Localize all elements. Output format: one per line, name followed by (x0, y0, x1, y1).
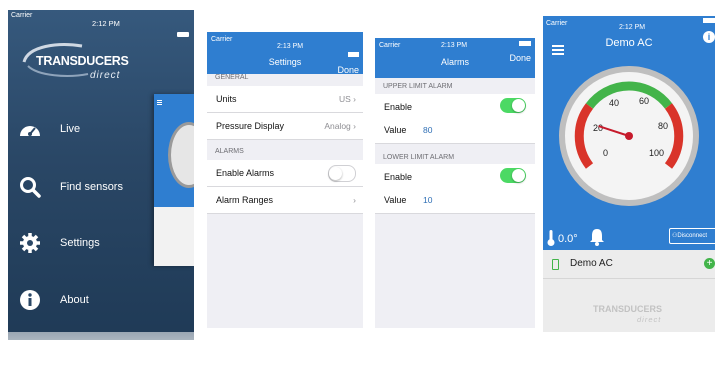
enable-alarms-toggle[interactable] (328, 165, 356, 182)
status-time: 2:13 PM (441, 42, 468, 49)
brand-watermark: TRANSDUCERS direct (583, 292, 693, 328)
enable-alarms-label: Enable Alarms (216, 168, 275, 178)
status-carrier: Carrier (211, 36, 233, 43)
settings-screen: Carrier 2:13 PM Settings Done GENERAL Un… (207, 32, 363, 328)
status-carrier: Carrier (11, 12, 33, 19)
alarm-ranges-row[interactable]: Alarm Ranges › (207, 187, 363, 214)
disconnect-button[interactable]: ⚇Disconnect (669, 228, 715, 244)
lower-value-label: Value (384, 195, 407, 205)
device-name: Demo AC (570, 258, 613, 269)
gauge-tick-label: 0 (603, 148, 608, 158)
status-carrier: Carrier (546, 20, 568, 27)
done-button[interactable]: Done (337, 65, 359, 75)
brand-logo: TRANSDUCERS direct (18, 40, 143, 90)
menu-item-about[interactable]: About (8, 285, 194, 315)
brand-line2: direct (90, 70, 121, 81)
live-screen-preview[interactable] (154, 94, 194, 266)
pressure-display-label: Pressure Display (216, 121, 285, 131)
bell-icon (589, 228, 605, 246)
gauge-tick-label: 40 (609, 98, 619, 108)
preview-menu-icon (157, 100, 162, 101)
live-gauge-screen: Carrier 2:12 PM Demo AC i 0 20 40 60 80 … (543, 16, 715, 332)
preview-nav-bar (154, 94, 194, 112)
upper-value-field[interactable]: 80 (423, 125, 432, 135)
pressure-display-row[interactable]: Pressure Display Analog › (207, 113, 363, 140)
gauge-hub (625, 132, 633, 140)
gear-icon (18, 231, 42, 255)
battery-icon (519, 41, 531, 46)
alarms-screen: Carrier 2:13 PM Alarms Done UPPER LIMIT … (375, 38, 535, 328)
units-row[interactable]: Units US › (207, 86, 363, 113)
units-value: US › (338, 94, 356, 104)
enable-alarms-row: Enable Alarms (207, 160, 363, 187)
status-time: 2:13 PM (277, 43, 304, 50)
chevron-right-icon: › (353, 195, 356, 205)
nav-bar: Carrier 2:13 PM Settings Done (207, 32, 363, 75)
menu-item-label: Find sensors (60, 181, 123, 193)
section-header-upper-limit: UPPER LIMIT ALARM (383, 83, 453, 90)
info-icon (18, 288, 42, 312)
section-header-alarms: ALARMS (215, 148, 244, 155)
battery-level-icon (552, 259, 559, 270)
gauge-tick-label: 60 (639, 96, 649, 106)
lower-value-row: Value 10 (375, 187, 535, 214)
units-label: Units (216, 94, 237, 104)
menu-item-label: About (60, 294, 89, 306)
menu-item-label: Live (60, 123, 81, 135)
pressure-gauge: 0 20 40 60 80 100 (559, 66, 699, 206)
alarm-ranges-label: Alarm Ranges (216, 195, 274, 205)
device-list-item[interactable]: Demo AC + (543, 250, 715, 279)
upper-enable-toggle[interactable] (500, 98, 526, 113)
lower-enable-toggle[interactable] (500, 168, 526, 183)
watermark-line1: TRANSDUCERS (593, 304, 663, 314)
menu-screen: Carrier 2:12 PM TRANSDUCERS direct Live … (8, 10, 194, 340)
reflection-fade (0, 332, 715, 382)
battery-icon (703, 18, 715, 23)
section-header-lower-limit: LOWER LIMIT ALARM (383, 154, 455, 161)
info-icon[interactable]: i (703, 31, 715, 43)
done-button[interactable]: Done (509, 53, 531, 63)
status-carrier: Carrier (379, 42, 401, 49)
page-title: Demo AC (605, 37, 653, 49)
status-time: 2:12 PM (619, 24, 646, 31)
chevron-right-icon: › (353, 121, 356, 131)
thermometer-icon (547, 230, 555, 246)
lower-enable-label: Enable (384, 172, 413, 182)
menu-item-label: Settings (60, 237, 100, 249)
lower-value-field[interactable]: 10 (423, 195, 432, 205)
section-header-general: GENERAL (215, 74, 249, 81)
upper-enable-label: Enable (384, 102, 413, 112)
upper-value-row: Value 80 (375, 117, 535, 144)
pressure-display-value: Analog › (324, 121, 356, 131)
gauge-tick-label: 80 (658, 121, 668, 131)
watermark-line2: direct (637, 315, 662, 324)
temperature-value: 0.0° (558, 233, 578, 245)
nav-bar: Carrier 2:13 PM Alarms Done (375, 38, 535, 78)
brand-line1: TRANSDUCERS (36, 54, 129, 68)
chevron-right-icon: › (353, 94, 356, 104)
dashboard-icon (18, 117, 42, 141)
status-time: 2:12 PM (92, 19, 120, 28)
search-icon (18, 175, 42, 199)
battery-icon (177, 32, 189, 37)
gauge-tick-label: 100 (649, 148, 664, 158)
upper-value-label: Value (384, 125, 407, 135)
add-device-icon[interactable]: + (704, 258, 715, 269)
